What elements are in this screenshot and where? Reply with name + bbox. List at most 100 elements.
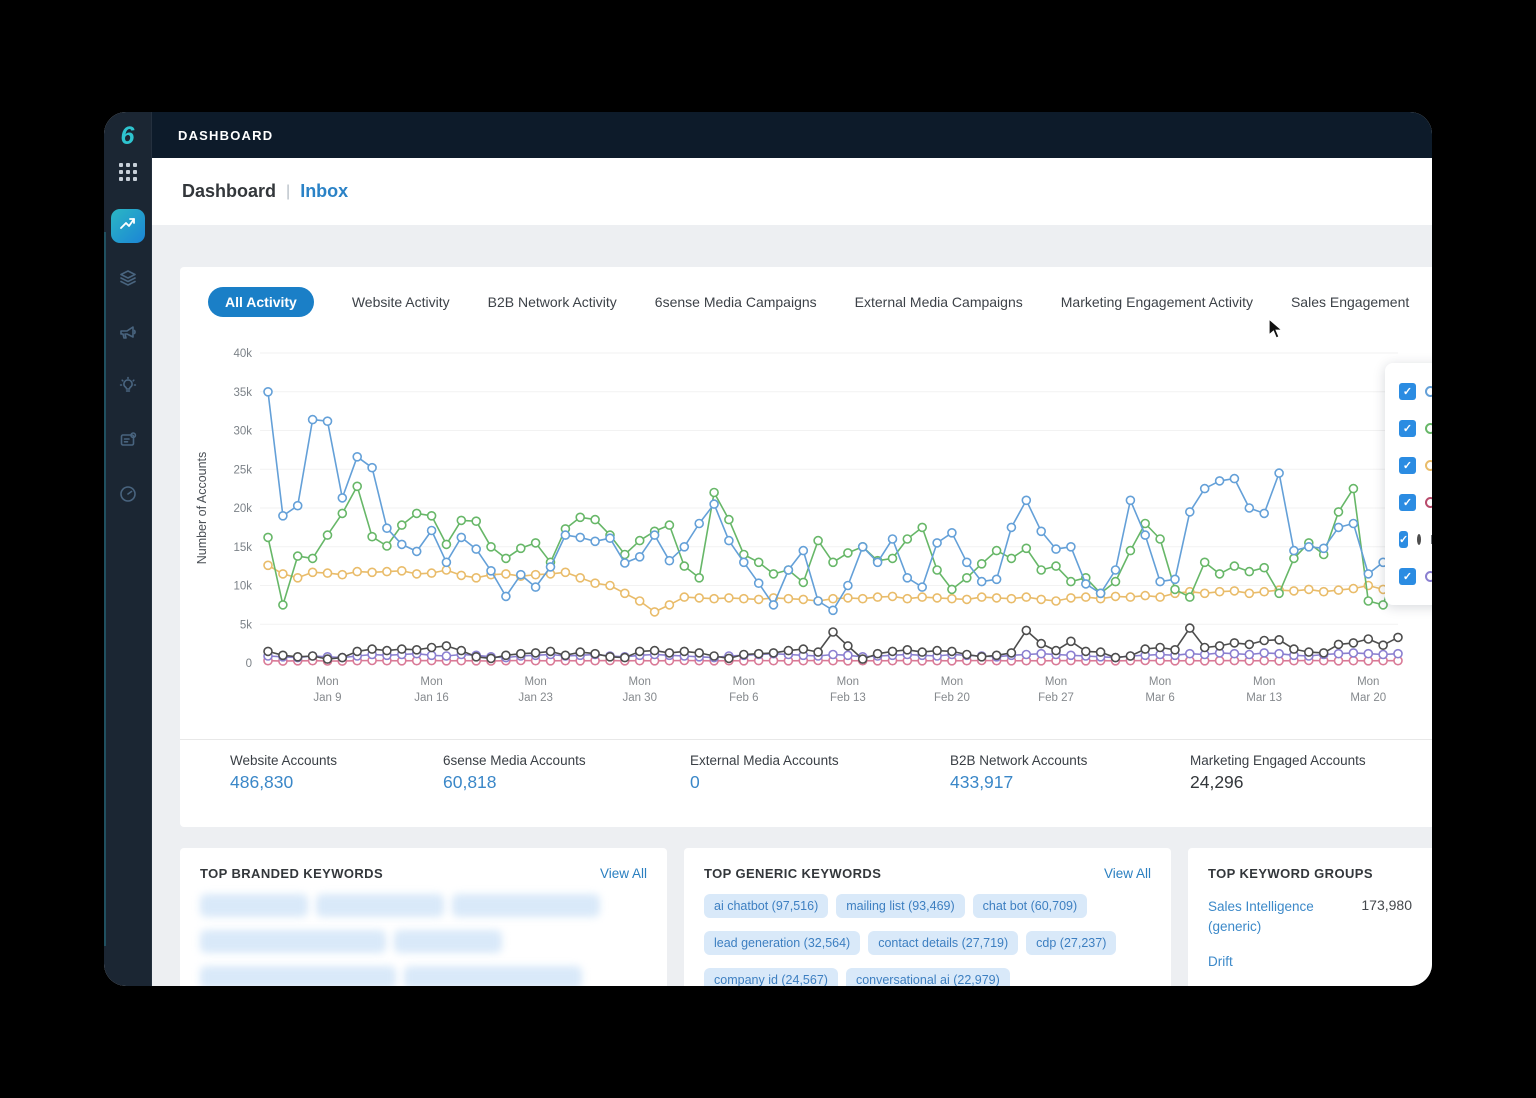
sidebar-item-segments[interactable] xyxy=(111,263,145,297)
legend-checkbox[interactable]: ✓ xyxy=(1399,494,1416,511)
svg-text:Mar 20: Mar 20 xyxy=(1350,692,1386,704)
keyword-group-value: 173,980 xyxy=(1361,897,1412,936)
svg-text:Jan 23: Jan 23 xyxy=(518,692,553,704)
keyword-chip[interactable]: ai chatbot (97,516) xyxy=(704,894,828,918)
top-generic-keywords-card: TOP GENERIC KEYWORDS View All ai chatbot… xyxy=(684,848,1171,986)
svg-text:Mar 13: Mar 13 xyxy=(1246,692,1282,704)
breadcrumb-separator: | xyxy=(286,183,290,201)
tab-external-media-campaigns[interactable]: External Media Campaigns xyxy=(855,294,1023,310)
svg-text:35k: 35k xyxy=(233,387,252,399)
tab-marketing-engagement-activity[interactable]: Marketing Engagement Activity xyxy=(1061,294,1253,310)
keyword-chip[interactable]: cdp (27,237) xyxy=(1026,931,1116,955)
svg-text:5k: 5k xyxy=(240,619,252,631)
lightbulb-icon xyxy=(118,376,138,401)
legend-checkbox[interactable]: ✓ xyxy=(1399,420,1416,437)
gauge-icon xyxy=(118,484,138,509)
legend-item[interactable]: ✓B2B Network Activity xyxy=(1385,410,1432,447)
stat-value[interactable]: 486,830 xyxy=(230,772,443,793)
tab-all-activity[interactable]: All Activity xyxy=(208,287,314,317)
activity-tabs: All Activity Website Activity B2B Network … xyxy=(180,267,1432,317)
keyword-chip[interactable]: contact details (27,719) xyxy=(868,931,1018,955)
series-marker-icon xyxy=(1425,571,1432,582)
legend-item[interactable]: ✓External Media Campaigns xyxy=(1385,484,1432,521)
tab-website-activity[interactable]: Website Activity xyxy=(352,294,450,310)
layers-icon xyxy=(118,268,138,293)
svg-text:Mon: Mon xyxy=(420,676,442,688)
keyword-chip[interactable]: mailing list (93,469) xyxy=(836,894,964,918)
screenshot-stage: { "app": { "header_title": "DASHBOARD", … xyxy=(0,0,1536,1098)
branded-keyword-chips xyxy=(200,894,647,986)
svg-text:Mon: Mon xyxy=(837,676,859,688)
blurred-keyword-chip[interactable] xyxy=(452,894,600,917)
content-area: All Activity Website Activity B2B Network … xyxy=(152,225,1432,986)
tab-sales-engagement[interactable]: Sales Engagement xyxy=(1291,294,1409,310)
svg-text:Jan 9: Jan 9 xyxy=(313,692,341,704)
keyword-chip[interactable]: chat bot (60,709) xyxy=(973,894,1088,918)
svg-text:15k: 15k xyxy=(233,542,252,554)
blurred-keyword-chip[interactable] xyxy=(316,894,444,917)
svg-text:Number of Accounts: Number of Accounts xyxy=(195,452,209,565)
svg-text:25k: 25k xyxy=(233,464,252,476)
svg-text:Feb 6: Feb 6 xyxy=(729,692,758,704)
svg-text:Mon: Mon xyxy=(524,676,546,688)
svg-text:Mon: Mon xyxy=(629,676,651,688)
blurred-keyword-chip[interactable] xyxy=(200,894,308,917)
legend-item[interactable]: ✓ Marketing Engagement Activity xyxy=(1385,521,1432,558)
tab-b2b-network-activity[interactable]: B2B Network Activity xyxy=(488,294,617,310)
keyword-group-link[interactable]: Drift xyxy=(1208,952,1348,972)
stat-marketing-engaged-accounts: Marketing Engaged Accounts24,296 xyxy=(1190,753,1432,793)
generic-keyword-chips: ai chatbot (97,516) mailing list (93,469)… xyxy=(704,894,1151,986)
svg-text:Feb 13: Feb 13 xyxy=(830,692,866,704)
stat-b2b-network-accounts: B2B Network Accounts 433,917 xyxy=(950,753,1190,793)
series-marker-icon xyxy=(1417,534,1421,545)
view-all-link[interactable]: View All xyxy=(600,866,647,881)
stat-6sense-media-accounts: 6sense Media Accounts60,818 xyxy=(443,753,690,793)
keyword-chip[interactable]: company id (24,567) xyxy=(704,968,838,986)
account-stats-row: Website Accounts486,8306sense Media Acco… xyxy=(180,739,1432,793)
breadcrumb-dashboard[interactable]: Dashboard xyxy=(182,181,276,202)
series-marker-icon xyxy=(1425,460,1432,471)
legend-item[interactable]: ✓Website Activity xyxy=(1385,373,1432,410)
sidebar-item-dashboards[interactable] xyxy=(111,209,145,243)
sidebar-item-insights[interactable] xyxy=(111,371,145,405)
app-launcher-icon[interactable] xyxy=(119,163,137,181)
chart-legend-panel: ✓Website Activity✓B2B Network Activity✓6… xyxy=(1385,363,1432,605)
series-marker-icon xyxy=(1425,423,1432,434)
card-title: TOP KEYWORD GROUPS xyxy=(1208,866,1373,881)
stat-external-media-accounts: External Media Accounts0 xyxy=(690,753,950,793)
line-chart[interactable]: 05k10k15k20k25k30k35k40kNumber of Accoun… xyxy=(180,323,1432,739)
stat-value[interactable]: 60,818 xyxy=(443,772,690,793)
svg-text:Mon: Mon xyxy=(1357,676,1379,688)
svg-text:0: 0 xyxy=(246,658,252,670)
stat-value[interactable]: 0 xyxy=(690,772,950,793)
keyword-chip[interactable]: lead generation (32,564) xyxy=(704,931,860,955)
keyword-chip[interactable]: conversational ai (22,979) xyxy=(846,968,1010,986)
svg-text:20k: 20k xyxy=(233,503,252,515)
keyword-group-link[interactable]: Sales Intelligence (generic) xyxy=(1208,897,1348,936)
sidebar-item-performance[interactable] xyxy=(111,479,145,513)
legend-item[interactable]: ✓Sales Engagement xyxy=(1385,558,1432,595)
legend-checkbox[interactable]: ✓ xyxy=(1399,457,1416,474)
breadcrumb-inbox-link[interactable]: Inbox xyxy=(300,181,348,202)
stat-value[interactable]: 433,917 xyxy=(950,772,1190,793)
blurred-keyword-chip[interactable] xyxy=(200,930,386,953)
blurred-keyword-chip[interactable] xyxy=(200,966,396,986)
legend-checkbox[interactable]: ✓ xyxy=(1399,568,1416,585)
legend-label: Marketing Engagement Activity xyxy=(1430,533,1432,547)
report-icon xyxy=(118,430,138,455)
keyword-group-list: Sales Intelligence (generic) 173,980 Drift xyxy=(1208,897,1412,972)
svg-text:Mon: Mon xyxy=(941,676,963,688)
page-title: DASHBOARD xyxy=(178,128,273,143)
legend-checkbox[interactable]: ✓ xyxy=(1399,531,1408,548)
tab-6sense-media-campaigns[interactable]: 6sense Media Campaigns xyxy=(655,294,817,310)
sidebar-item-reports[interactable] xyxy=(111,425,145,459)
view-all-link[interactable]: View All xyxy=(1104,866,1151,881)
svg-text:Jan 16: Jan 16 xyxy=(414,692,449,704)
blurred-keyword-chip[interactable] xyxy=(404,966,582,986)
stat-label: B2B Network Accounts xyxy=(950,753,1190,768)
sidebar-item-campaigns[interactable] xyxy=(111,317,145,351)
legend-checkbox[interactable]: ✓ xyxy=(1399,383,1416,400)
legend-item[interactable]: ✓6sense Media Campaigns xyxy=(1385,447,1432,484)
svg-text:Mon: Mon xyxy=(316,676,338,688)
blurred-keyword-chip[interactable] xyxy=(394,930,502,953)
